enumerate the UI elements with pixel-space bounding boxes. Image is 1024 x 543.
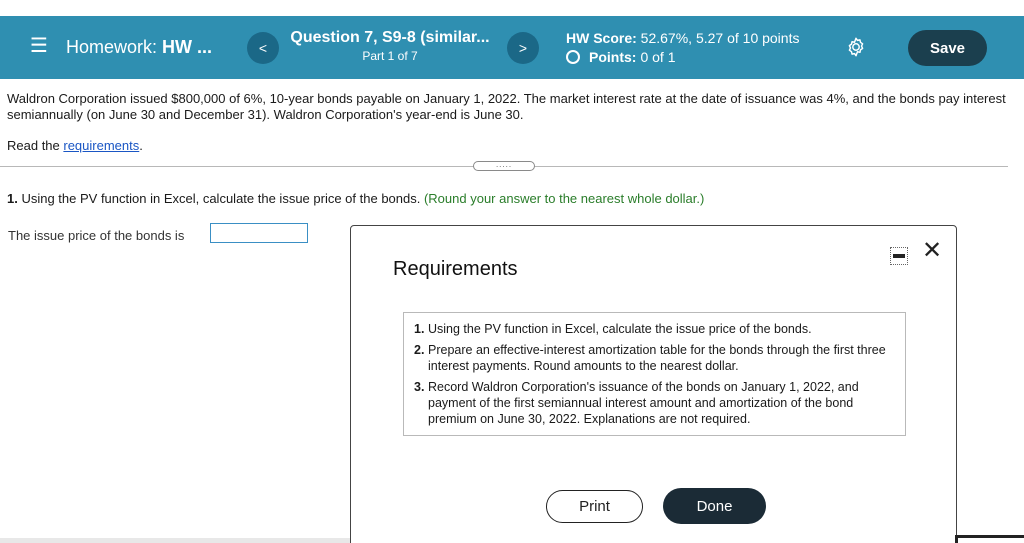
question-part: Part 1 of 7 bbox=[362, 49, 418, 63]
previous-question-button[interactable]: < bbox=[247, 32, 279, 64]
requirements-list: 1. Using the PV function in Excel, calcu… bbox=[403, 312, 906, 436]
bottom-scroll-strip bbox=[0, 538, 350, 543]
issue-price-input[interactable] bbox=[210, 223, 308, 243]
minimize-icon[interactable] bbox=[890, 247, 908, 265]
question-title[interactable]: Question 7, S9-8 (similar... bbox=[280, 29, 500, 47]
item-number: 2. bbox=[414, 343, 425, 357]
item-number: 3. bbox=[414, 380, 425, 394]
list-item: 2. Prepare an effective-interest amortiz… bbox=[414, 342, 895, 374]
question-prompt: Waldron Corporation issued $800,000 of 6… bbox=[7, 91, 1006, 122]
read-prefix: Read the bbox=[7, 138, 64, 153]
homework-title[interactable]: Homework: HW ... bbox=[66, 37, 212, 58]
requirements-dialog: Requirements ✕ 1. Using the PV function … bbox=[350, 225, 957, 543]
hw-score: HW Score: 52.67%, 5.27 of 10 points bbox=[566, 30, 799, 46]
item-text: Prepare an effective-interest amortizati… bbox=[428, 343, 886, 373]
part1-number: 1. bbox=[7, 191, 18, 206]
points-value: 0 of 1 bbox=[640, 49, 676, 65]
answer-label: The issue price of the bonds is bbox=[8, 228, 185, 243]
part1-instruction: 1. Using the PV function in Excel, calcu… bbox=[7, 191, 704, 206]
points-status: Points: 0 of 1 bbox=[566, 49, 675, 65]
homework-name: HW ... bbox=[162, 37, 213, 57]
header-bar: ☰ Homework: HW ... < Question 7, S9-8 (s… bbox=[0, 16, 1024, 79]
bottom-corner-frame bbox=[955, 535, 1024, 543]
next-question-button[interactable]: > bbox=[507, 32, 539, 64]
part1-text: Using the PV function in Excel, calculat… bbox=[17, 191, 424, 206]
score-label: HW Score: bbox=[566, 30, 637, 46]
points-label: Points: bbox=[589, 49, 637, 65]
part1-hint: (Round your answer to the nearest whole … bbox=[423, 191, 705, 206]
read-requirements: Read the requirements. bbox=[7, 138, 143, 153]
homework-prefix: Homework: bbox=[66, 37, 163, 57]
divider-handle[interactable]: ..... bbox=[473, 161, 535, 171]
list-item: 3. Record Waldron Corporation's issuance… bbox=[414, 379, 895, 427]
requirements-link[interactable]: requirements bbox=[63, 138, 139, 153]
close-icon[interactable]: ✕ bbox=[922, 239, 942, 263]
save-button[interactable]: Save bbox=[908, 30, 987, 66]
hamburger-icon[interactable]: ☰ bbox=[30, 36, 48, 56]
gear-icon[interactable] bbox=[845, 36, 867, 58]
score-value: 52.67%, 5.27 of 10 points bbox=[636, 30, 800, 46]
list-item: 1. Using the PV function in Excel, calcu… bbox=[414, 321, 895, 337]
points-circle-icon bbox=[566, 50, 580, 64]
item-text: Using the PV function in Excel, calculat… bbox=[428, 322, 812, 336]
dialog-title: Requirements bbox=[393, 258, 518, 280]
print-button[interactable]: Print bbox=[546, 490, 643, 523]
read-suffix: . bbox=[139, 138, 143, 153]
item-text: Record Waldron Corporation's issuance of… bbox=[428, 380, 859, 426]
done-button[interactable]: Done bbox=[663, 488, 766, 524]
item-number: 1. bbox=[414, 322, 425, 336]
